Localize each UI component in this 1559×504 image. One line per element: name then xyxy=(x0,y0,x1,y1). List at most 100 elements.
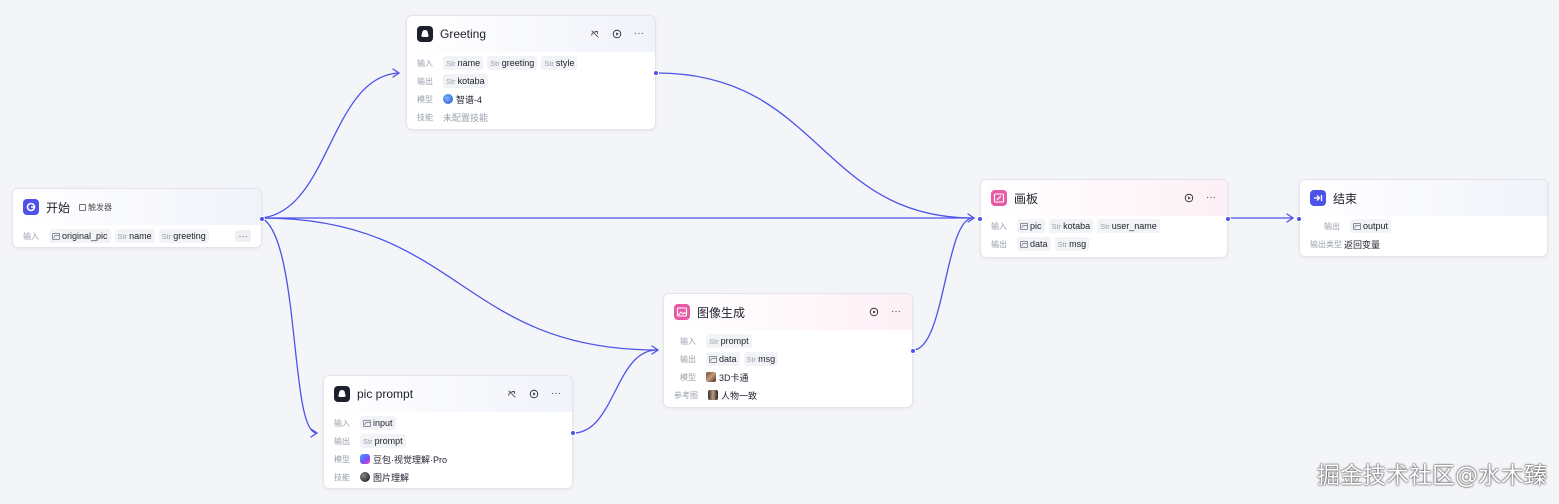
trigger-label: 触发器 xyxy=(88,202,113,212)
node-header: 图像生成 ··· xyxy=(664,294,912,330)
run-icon[interactable] xyxy=(611,28,623,40)
skill-row: 技能 图片理解 xyxy=(324,468,572,486)
output-type-value: 返回变量 xyxy=(1344,239,1381,250)
input-port[interactable] xyxy=(977,216,983,222)
run-icon[interactable] xyxy=(868,306,880,318)
input-row: 输入 pic Str kotaba Str user_name xyxy=(981,217,1227,235)
edge-arrow-greeting xyxy=(392,68,401,78)
reference-thumbnail-icon xyxy=(708,390,718,400)
edge-greeting-canvas xyxy=(656,72,974,219)
node-pic-prompt[interactable]: pic prompt ··· 输入 input 输出 Strprompt 模型 xyxy=(323,375,576,489)
model-row: 模型 豆包·视觉理解·Pro xyxy=(324,450,572,468)
node-end[interactable]: 结束 输出 output 输出类型 返回变量 xyxy=(1296,179,1548,257)
more-icon[interactable]: ··· xyxy=(1205,192,1217,204)
doubao-model-icon xyxy=(360,454,370,464)
edge-start-greeting xyxy=(261,72,399,219)
edge-arrow-picprompt xyxy=(310,428,319,438)
model-label: 模型 xyxy=(680,372,696,382)
node-image-generation[interactable]: 图像生成 ··· 输入 Str prompt 输出 data Str msg 模型 … xyxy=(663,293,916,408)
node-greeting[interactable]: Greeting ··· 输入 Str name Str greeting Str s… xyxy=(406,15,659,130)
output-type-label: 输出类型 xyxy=(1310,239,1342,249)
skill-value: 图片理解 xyxy=(360,471,409,484)
edge-imagegen-canvas xyxy=(912,217,974,351)
output-chip: Str kotaba xyxy=(443,74,488,88)
model-row: 模型 3D卡通 xyxy=(664,368,912,386)
model-value: 3D卡通 xyxy=(706,371,749,384)
edge-arrow-imagegen xyxy=(651,345,660,355)
output-port[interactable] xyxy=(570,430,576,436)
output-chip: data xyxy=(1017,237,1051,251)
output-row: 输出 Str kotaba xyxy=(407,72,655,90)
input-port[interactable] xyxy=(1296,216,1302,222)
run-icon[interactable] xyxy=(528,388,540,400)
run-icon[interactable] xyxy=(1183,192,1195,204)
output-port[interactable] xyxy=(259,216,265,222)
node-header: Greeting ··· xyxy=(407,16,655,52)
skill-avatar-icon xyxy=(360,472,370,482)
node-title: pic prompt xyxy=(357,387,414,401)
skill-label: 技能 xyxy=(417,112,433,122)
edge-start-picprompt xyxy=(261,217,317,434)
watermark: 掘金技术社区@水木臻 xyxy=(1317,463,1547,489)
node-canvas[interactable]: 画板 ··· 输入 pic Str kotaba Str user_name 输出 … xyxy=(977,179,1231,258)
image-icon xyxy=(363,419,371,427)
more-inputs-button[interactable]: ··· xyxy=(235,230,251,242)
input-chip: original_pic xyxy=(49,229,111,243)
model-label: 模型 xyxy=(417,94,433,104)
end-icon xyxy=(1310,190,1326,206)
more-icon[interactable]: ··· xyxy=(550,388,562,400)
image-icon xyxy=(1020,240,1028,248)
input-row: 输入 Str name Str greeting Str style xyxy=(407,54,655,72)
output-port[interactable] xyxy=(653,70,659,76)
edge-picprompt-imagegen xyxy=(572,349,658,434)
node-header: 开始 触发器 xyxy=(13,189,261,225)
input-label: 输入 xyxy=(680,336,696,346)
image-icon xyxy=(1353,222,1361,230)
input-label: 输入 xyxy=(991,221,1007,231)
image-icon xyxy=(1020,222,1028,230)
output-chip: Str msg xyxy=(1054,237,1090,251)
node-title: Greeting xyxy=(440,27,487,41)
input-chip: Str kotaba xyxy=(1048,219,1094,233)
output-label: 输出 xyxy=(334,436,350,446)
bypass-icon[interactable] xyxy=(506,388,518,400)
node-header: 结束 xyxy=(1300,180,1547,216)
node-header: pic prompt ··· xyxy=(324,376,572,412)
input-label: 输入 xyxy=(23,231,39,241)
input-chip: pic xyxy=(1017,219,1045,233)
node-title: 开始 xyxy=(46,200,71,215)
output-port[interactable] xyxy=(1225,216,1231,222)
input-chip: Str prompt xyxy=(706,334,752,348)
trigger-tag[interactable]: 触发器 xyxy=(79,202,112,213)
image-icon xyxy=(709,355,717,363)
reference-label: 参考图 xyxy=(674,390,698,400)
node-toolbar: ··· xyxy=(868,306,902,318)
canvas-icon xyxy=(991,190,1007,206)
output-port[interactable] xyxy=(910,348,916,354)
node-title: 画板 xyxy=(1014,191,1039,206)
llm-icon xyxy=(417,26,433,42)
reference-row: 参考图 人物一致 xyxy=(664,386,912,404)
bypass-icon[interactable] xyxy=(589,28,601,40)
workflow-canvas[interactable]: 开始 触发器 输入 original_pic Str name Str greeti… xyxy=(0,0,1559,504)
output-label: 输出 xyxy=(1324,221,1340,231)
input-label: 输入 xyxy=(417,58,433,68)
llm-icon xyxy=(334,386,350,402)
reference-value: 人物一致 xyxy=(708,389,757,402)
input-chip: Str name xyxy=(114,229,155,243)
node-title: 结束 xyxy=(1333,191,1358,206)
node-title: 图像生成 xyxy=(697,305,746,320)
output-type-row: 输出类型 返回变量 xyxy=(1300,235,1547,253)
more-icon[interactable]: ··· xyxy=(633,28,645,40)
node-toolbar: ··· xyxy=(1183,192,1217,204)
input-label: 输入 xyxy=(334,418,350,428)
more-icon[interactable]: ··· xyxy=(890,306,902,318)
input-chip: Str user_name xyxy=(1097,219,1160,233)
skill-label: 技能 xyxy=(334,472,350,482)
image-generation-icon xyxy=(674,304,690,320)
output-row: 输出 data Str msg xyxy=(664,350,912,368)
output-row: 输出 Str prompt xyxy=(324,432,572,450)
node-start[interactable]: 开始 触发器 输入 original_pic Str name Str greeti… xyxy=(12,188,265,248)
model-value: 智谱-4 xyxy=(443,93,482,106)
model-thumbnail-icon xyxy=(706,372,716,382)
